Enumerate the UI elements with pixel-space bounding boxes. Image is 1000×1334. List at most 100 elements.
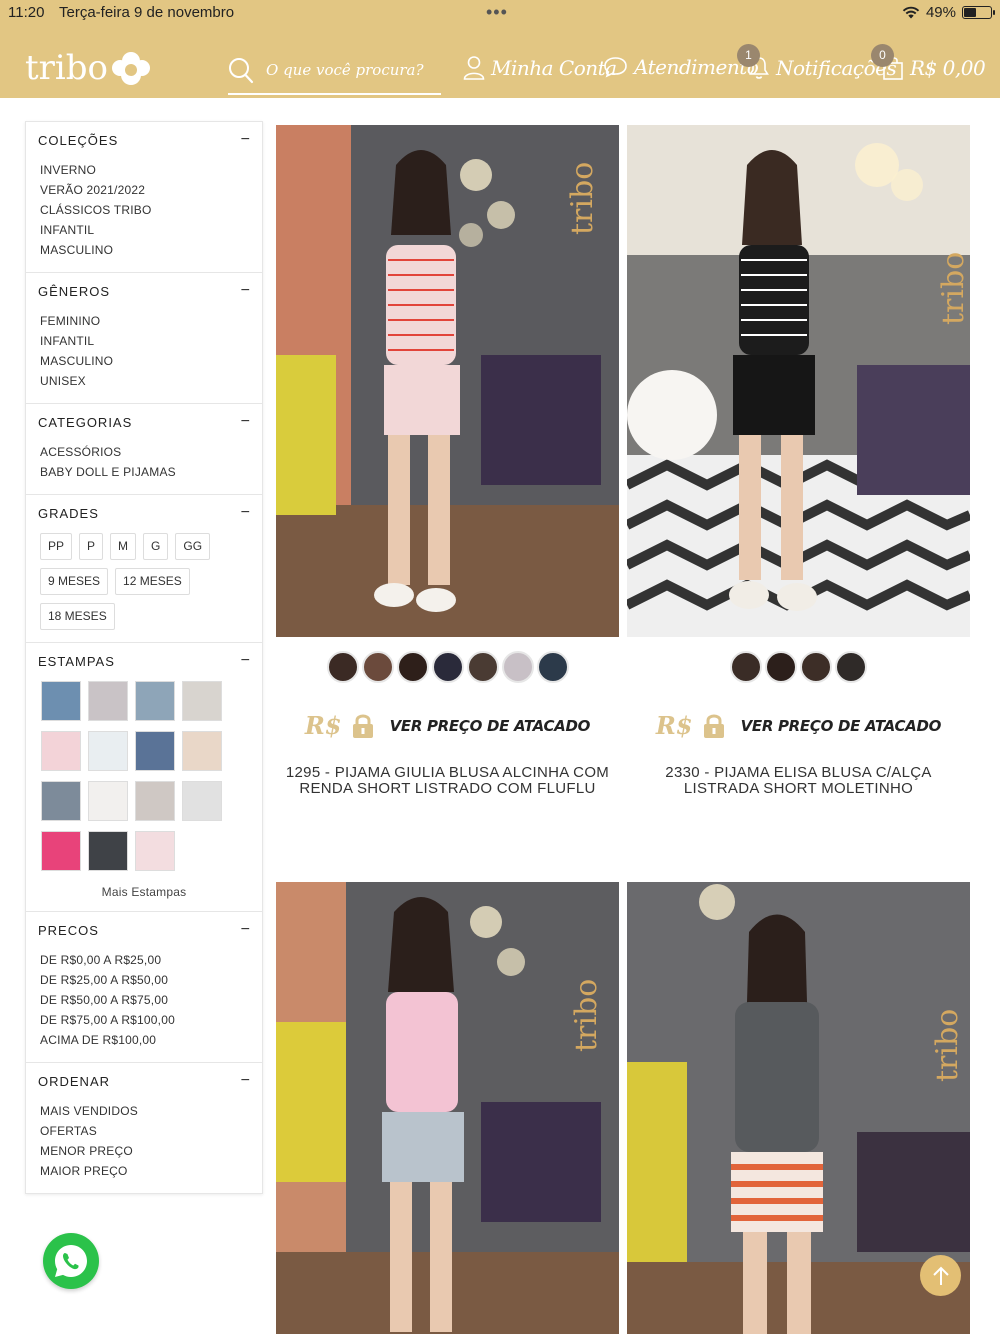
size-button[interactable]: M bbox=[110, 533, 137, 560]
color-swatch[interactable] bbox=[501, 651, 534, 683]
filter-option[interactable]: ACESSÓRIOS bbox=[40, 442, 250, 462]
filter-option[interactable]: INFANTIL bbox=[40, 220, 250, 240]
sort-option[interactable]: MAIS VENDIDOS bbox=[40, 1101, 250, 1121]
print-swatch[interactable] bbox=[182, 781, 222, 821]
print-swatch[interactable] bbox=[135, 781, 175, 821]
size-button[interactable]: P bbox=[79, 533, 104, 560]
product-card[interactable]: tribo R$ VER PREÇO DE ATACADO 2330 - PIJ… bbox=[627, 125, 970, 805]
battery-percent: 49% bbox=[925, 4, 956, 21]
filter-option[interactable]: UNISEX bbox=[40, 371, 250, 391]
product-name[interactable]: 1295 - PIJAMA GIULIA BLUSA ALCINHA COM R… bbox=[276, 765, 619, 797]
print-swatch[interactable] bbox=[41, 831, 81, 871]
filter-title: COLEÇÕES bbox=[38, 132, 119, 148]
color-swatch[interactable] bbox=[800, 651, 832, 683]
wholesale-price-link[interactable]: VER PREÇO DE ATACADO bbox=[390, 717, 591, 735]
print-swatch[interactable] bbox=[182, 681, 222, 721]
color-swatch[interactable] bbox=[396, 651, 429, 683]
collapse-icon[interactable]: − bbox=[241, 653, 250, 669]
filter-option[interactable]: VERÃO 2021/2022 bbox=[40, 180, 250, 200]
color-swatch[interactable] bbox=[835, 651, 867, 683]
back-to-top-button[interactable] bbox=[920, 1255, 961, 1296]
filter-option[interactable]: DE R$75,00 A R$100,00 bbox=[40, 1010, 250, 1030]
filter-estampas-header[interactable]: ESTAMPAS − bbox=[38, 651, 250, 671]
cart-link[interactable]: R$ 0,00 bbox=[882, 55, 986, 81]
product-card[interactable]: tribo bbox=[627, 882, 970, 1334]
filter-ordenar-header[interactable]: ORDENAR − bbox=[38, 1071, 250, 1091]
collapse-icon[interactable]: − bbox=[241, 132, 250, 148]
size-button[interactable]: 18 MESES bbox=[40, 603, 115, 630]
size-button[interactable]: 12 MESES bbox=[115, 568, 190, 595]
print-swatch[interactable] bbox=[135, 731, 175, 771]
print-swatch[interactable] bbox=[88, 731, 128, 771]
filter-option[interactable]: FEMININO bbox=[40, 311, 250, 331]
color-swatch[interactable] bbox=[765, 651, 797, 683]
product-photo[interactable]: tribo bbox=[627, 125, 970, 637]
filter-precos: PRECOS − DE R$0,00 A R$25,00 DE R$25,00 … bbox=[26, 912, 262, 1063]
tribo-logo[interactable]: tribo bbox=[25, 48, 152, 88]
print-swatch[interactable] bbox=[135, 831, 175, 871]
size-button[interactable]: G bbox=[143, 533, 169, 560]
filter-option[interactable]: DE R$0,00 A R$25,00 bbox=[40, 950, 250, 970]
product-photo[interactable]: tribo bbox=[627, 882, 970, 1334]
sort-option[interactable]: OFERTAS bbox=[40, 1121, 250, 1141]
print-swatch[interactable] bbox=[88, 781, 128, 821]
product-card[interactable]: tribo bbox=[276, 882, 619, 1334]
print-swatch[interactable] bbox=[88, 681, 128, 721]
filter-option[interactable]: CLÁSSICOS TRIBO bbox=[40, 200, 250, 220]
color-swatch[interactable] bbox=[730, 651, 762, 683]
print-swatch[interactable] bbox=[182, 731, 222, 771]
filter-option[interactable]: DE R$50,00 A R$75,00 bbox=[40, 990, 250, 1010]
product-card[interactable]: tribo R$ VER PREÇO DE ATACADO 1295 - PIJ… bbox=[276, 125, 619, 805]
filter-generos-header[interactable]: GÊNEROS − bbox=[38, 281, 250, 301]
filter-categorias-header[interactable]: CATEGORIAS − bbox=[38, 412, 250, 432]
filter-option[interactable]: MASCULINO bbox=[40, 240, 250, 260]
sort-option[interactable]: MENOR PREÇO bbox=[40, 1141, 250, 1161]
print-swatch[interactable] bbox=[88, 831, 128, 871]
collapse-icon[interactable]: − bbox=[241, 1073, 250, 1089]
filter-colecoes-header[interactable]: COLEÇÕES − bbox=[38, 130, 250, 150]
collapse-icon[interactable]: − bbox=[241, 505, 250, 521]
collapse-icon[interactable]: − bbox=[241, 283, 250, 299]
filter-option[interactable]: BABY DOLL E PIJAMAS bbox=[40, 462, 250, 482]
wholesale-price-link[interactable]: VER PREÇO DE ATACADO bbox=[741, 717, 942, 735]
collapse-icon[interactable]: − bbox=[241, 922, 250, 938]
search-icon[interactable] bbox=[228, 57, 254, 85]
price-row[interactable]: R$ VER PREÇO DE ATACADO bbox=[627, 711, 970, 740]
product-photo[interactable]: tribo bbox=[276, 882, 619, 1334]
multitask-dots[interactable]: ••• bbox=[486, 2, 508, 23]
print-swatches bbox=[38, 681, 250, 871]
filter-option[interactable]: INFANTIL bbox=[40, 331, 250, 351]
color-swatch[interactable] bbox=[431, 651, 464, 683]
product-image: tribo bbox=[627, 882, 970, 1334]
size-options: PP P M G GG 9 MESES 12 MESES 18 MESES bbox=[38, 533, 250, 630]
search-bar[interactable] bbox=[228, 55, 441, 95]
sort-option[interactable]: MAIOR PREÇO bbox=[40, 1161, 250, 1181]
print-swatch[interactable] bbox=[41, 681, 81, 721]
color-swatch[interactable] bbox=[326, 651, 359, 683]
more-prints-link[interactable]: Mais Estampas bbox=[38, 885, 250, 899]
print-swatch[interactable] bbox=[135, 681, 175, 721]
filter-grades-header[interactable]: GRADES − bbox=[38, 503, 250, 523]
color-swatch[interactable] bbox=[536, 651, 569, 683]
filter-option[interactable]: ACIMA DE R$100,00 bbox=[40, 1030, 250, 1050]
filter-option[interactable]: MASCULINO bbox=[40, 351, 250, 371]
color-swatch[interactable] bbox=[361, 651, 394, 683]
whatsapp-button[interactable] bbox=[43, 1233, 99, 1289]
product-name[interactable]: 2330 - PIJAMA ELISA BLUSA C/ALÇA LISTRAD… bbox=[627, 765, 970, 797]
print-swatch[interactable] bbox=[41, 731, 81, 771]
filter-option[interactable]: INVERNO bbox=[40, 160, 250, 180]
size-button[interactable]: 9 MESES bbox=[40, 568, 109, 595]
collapse-icon[interactable]: − bbox=[241, 414, 250, 430]
color-swatch[interactable] bbox=[466, 651, 499, 683]
filter-precos-header[interactable]: PRECOS − bbox=[38, 920, 250, 940]
account-link[interactable]: Minha Conta bbox=[463, 55, 617, 81]
support-link[interactable]: Atendimento bbox=[603, 55, 759, 79]
product-photo[interactable]: tribo bbox=[276, 125, 619, 637]
price-row[interactable]: R$ VER PREÇO DE ATACADO bbox=[276, 711, 619, 740]
search-input[interactable] bbox=[266, 61, 436, 79]
filter-option[interactable]: DE R$25,00 A R$50,00 bbox=[40, 970, 250, 990]
wifi-icon bbox=[902, 6, 920, 19]
print-swatch[interactable] bbox=[41, 781, 81, 821]
size-button[interactable]: PP bbox=[40, 533, 73, 560]
size-button[interactable]: GG bbox=[175, 533, 211, 560]
